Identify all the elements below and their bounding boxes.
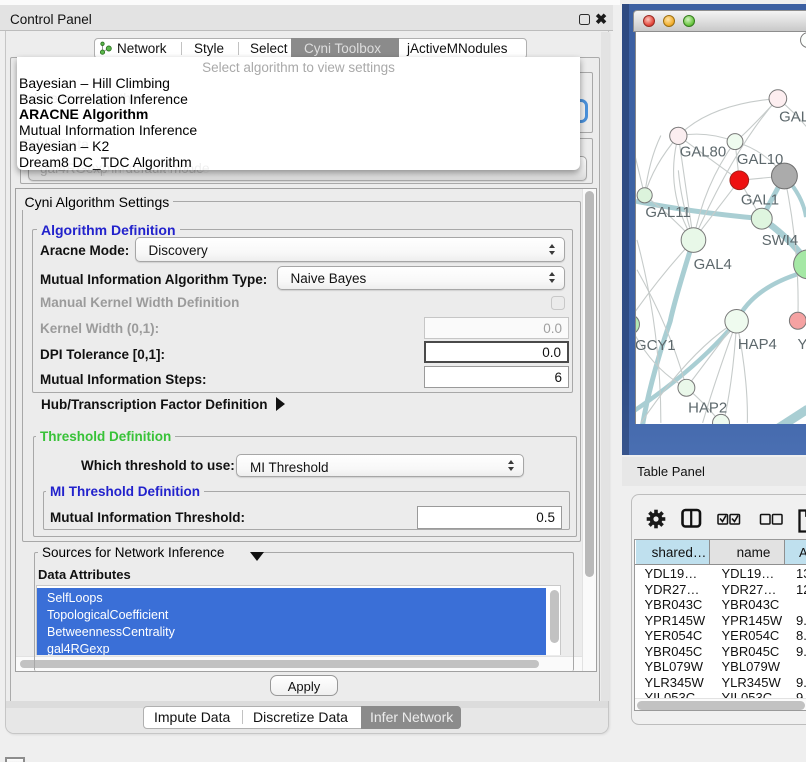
svg-text:YJR048W: YJR048W [798, 337, 806, 353]
svg-text:GAL10: GAL10 [737, 152, 783, 168]
svg-text:GAL80: GAL80 [680, 144, 726, 160]
svg-text:GCY1: GCY1 [635, 338, 676, 354]
svg-text:GAL7: GAL7 [779, 110, 806, 126]
svg-text:GAL11: GAL11 [645, 205, 690, 221]
svg-text:GAL1: GAL1 [741, 193, 779, 209]
svg-text:SWI4: SWI4 [762, 233, 798, 249]
svg-text:HAP2: HAP2 [688, 400, 727, 416]
svg-text:HAP4: HAP4 [738, 337, 777, 353]
svg-text:GAL4: GAL4 [694, 257, 732, 273]
